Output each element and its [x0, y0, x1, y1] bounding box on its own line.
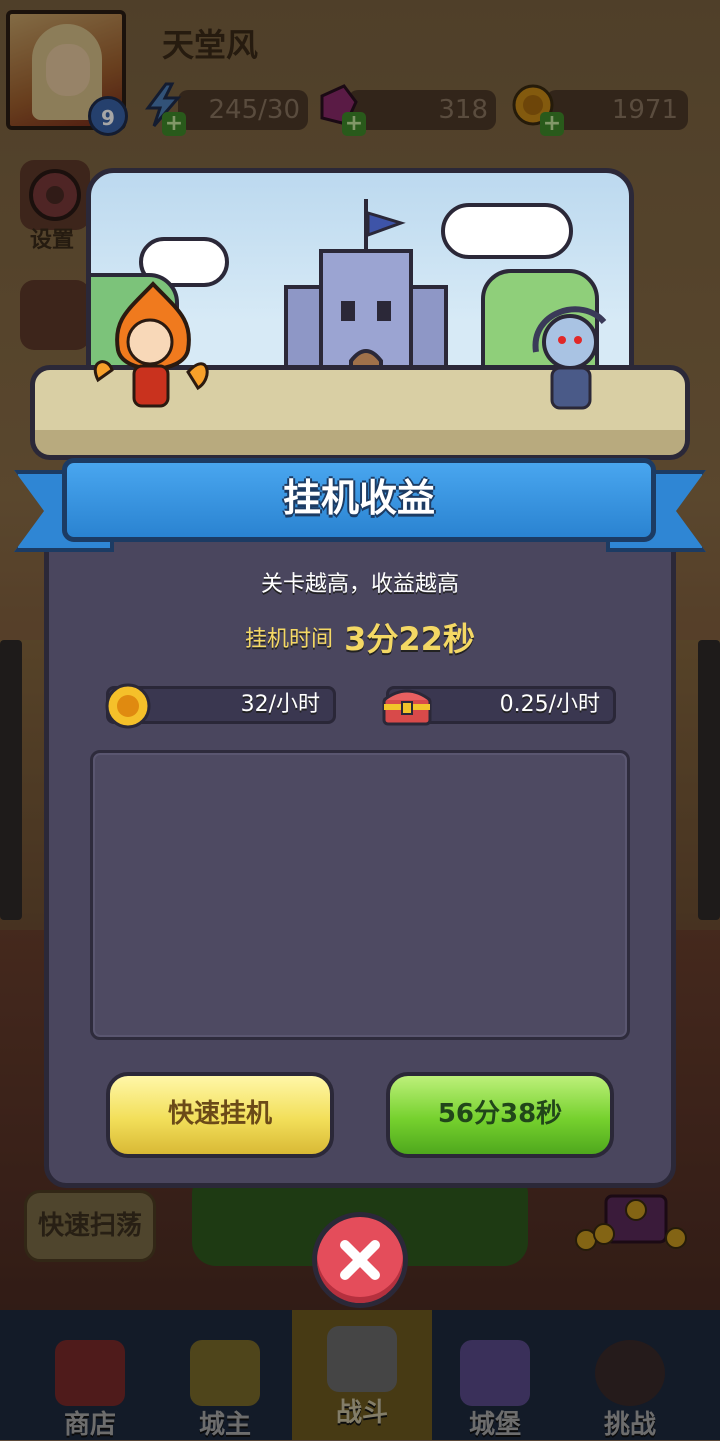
close-icon — [340, 1240, 380, 1280]
chest-rate-value: 0.25/小时 — [499, 692, 600, 717]
dark-elf-enemy-character — [532, 306, 607, 410]
gold-rate-value: 32/小时 — [240, 692, 320, 717]
gold-coin-icon — [105, 683, 151, 729]
fire-hero-character — [93, 281, 209, 408]
cloud-right — [441, 203, 573, 259]
rewards-panel — [90, 750, 630, 1040]
idle-time-label: 挂机时间 — [245, 627, 334, 652]
treasure-chest-icon — [382, 689, 432, 726]
claim-countdown-button[interactable]: 56分38秒 — [386, 1072, 614, 1158]
close-button[interactable] — [312, 1212, 408, 1308]
quick-idle-button[interactable]: 快速挂机 — [106, 1072, 334, 1158]
idle-time-row: 挂机时间 3分22秒 — [44, 614, 676, 660]
idle-time-value: 3分22秒 — [344, 620, 475, 658]
castle-icon — [284, 199, 448, 385]
dialog-subtitle: 关卡越高，收益越高 — [260, 572, 459, 597]
dialog-ground-edge — [30, 430, 690, 460]
dialog-title: 挂机收益 — [282, 476, 435, 520]
